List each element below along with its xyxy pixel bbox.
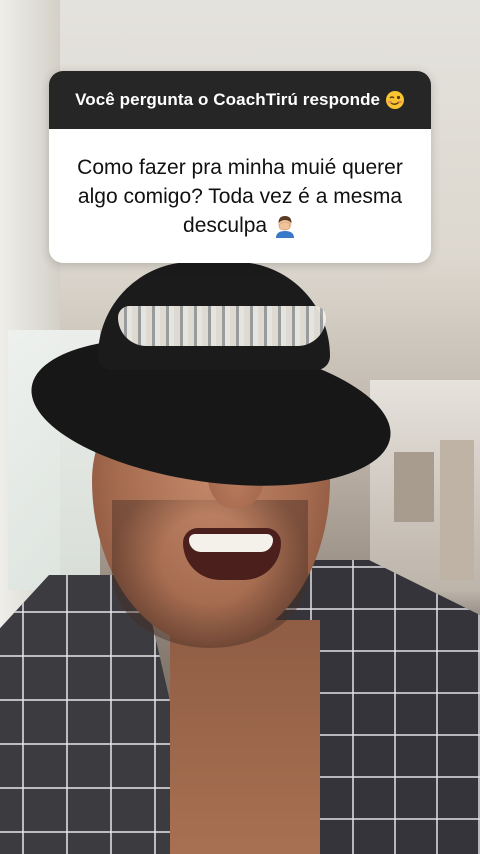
hat-jeweled-band	[118, 306, 326, 346]
question-sticker[interactable]: Você pergunta o CoachTirú responde Como …	[49, 71, 431, 263]
question-sticker-title: Você pergunta o CoachTirú responde	[75, 90, 405, 111]
header-text: Você pergunta o CoachTirú responde	[75, 89, 381, 109]
question-text: Como fazer pra minha muié querer algo co…	[67, 153, 413, 240]
question-sticker-header: Você pergunta o CoachTirú responde	[49, 71, 431, 129]
man-facepalming-icon	[275, 215, 294, 238]
question-sticker-body: Como fazer pra minha muié querer algo co…	[49, 129, 431, 263]
neck	[170, 620, 320, 854]
smiling-mouth	[183, 528, 281, 580]
decor-panel	[440, 440, 474, 580]
decor-panel	[394, 452, 434, 522]
teeth	[189, 534, 273, 552]
question-text-content: Como fazer pra minha muié querer algo co…	[77, 155, 403, 237]
woozy-face-icon	[385, 91, 404, 110]
